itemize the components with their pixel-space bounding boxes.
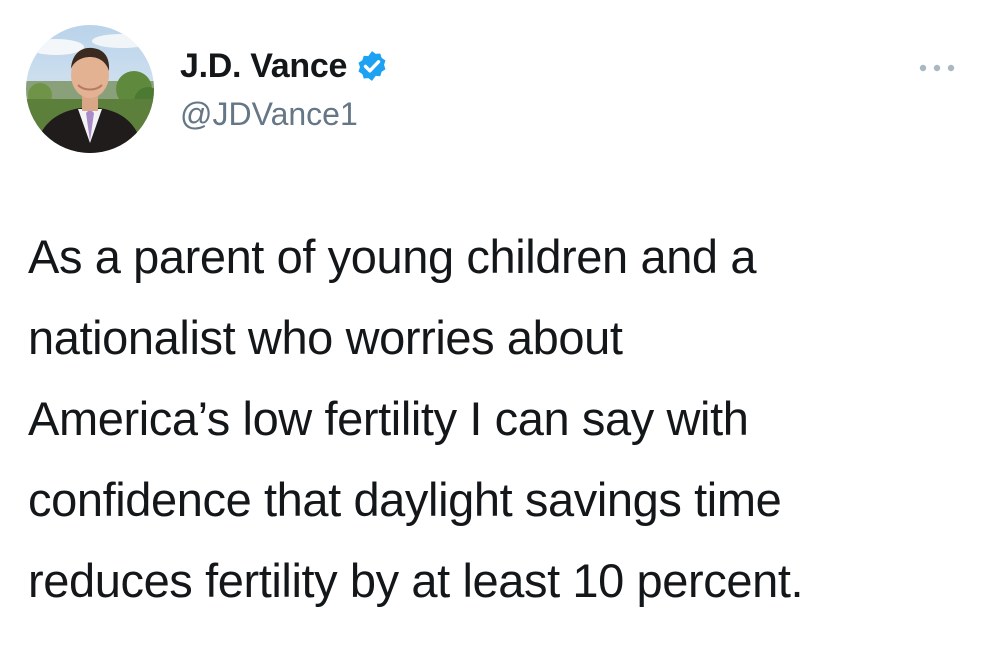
tweet-text-line: confidence that daylight savings time <box>28 473 782 526</box>
author-handle[interactable]: @JDVance1 <box>180 96 358 133</box>
tweet-text: As a parent of young children and a nati… <box>28 216 978 621</box>
tweet-card: J.D. Vance @JDVance1 As a parent of youn… <box>0 0 1000 657</box>
tweet-text-line: reduces fertility by at least 10 percent… <box>28 554 804 607</box>
author-name-row: J.D. Vance <box>180 44 389 88</box>
profile-photo-icon <box>26 25 154 153</box>
author-display-name[interactable]: J.D. Vance <box>180 47 347 86</box>
more-options-button[interactable] <box>912 56 962 80</box>
tweet-text-line: nationalist who worries about <box>28 311 623 364</box>
tweet-text-line: As a parent of young children and a <box>28 230 757 283</box>
tweet-text-line: America’s low fertility I can say with <box>28 392 749 445</box>
verified-badge-icon <box>355 49 389 83</box>
more-options-icon <box>919 64 955 72</box>
avatar[interactable] <box>26 25 154 153</box>
